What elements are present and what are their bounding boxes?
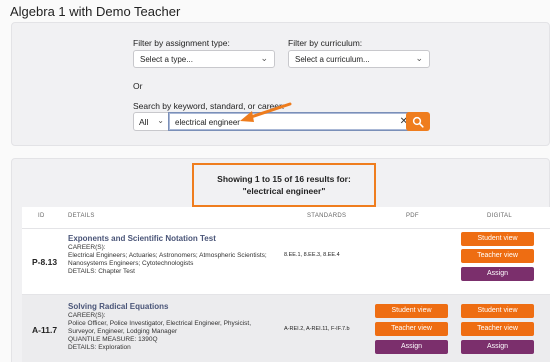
row-careers: Surveyor, Engineer, Lodging Manager [68, 328, 178, 335]
table-row: A-11.7 Solving Radical Equations CAREER(… [22, 295, 550, 362]
chevron-down-icon: ⌄ [157, 116, 164, 125]
column-header-digital: DIGITAL [487, 213, 512, 219]
arrow-annotation [240, 102, 292, 122]
teacher-view-button[interactable]: Teacher view [461, 249, 534, 263]
search-input-value: electrical engineer [175, 118, 240, 127]
assign-button[interactable]: Assign [461, 267, 534, 281]
search-scope-select[interactable]: All ⌄ [133, 112, 169, 131]
table-header: ID DETAILS STANDARDS PDF DIGITAL [22, 207, 550, 229]
student-view-button[interactable]: Student view [461, 232, 534, 246]
row-careers: Nanosystems Engineers; Cytotechnologists [68, 260, 194, 267]
chevron-down-icon: ⌄ [260, 53, 268, 63]
row-id: P-8.13 [32, 257, 58, 267]
row-careers-label: CAREER(S): [68, 312, 106, 319]
search-icon [412, 116, 424, 128]
row-quantile: QUANTILE MEASURE: 1390Q [68, 336, 158, 343]
assign-button[interactable]: Assign [461, 340, 534, 354]
teacher-view-button[interactable]: Teacher view [461, 322, 534, 336]
assignment-type-select[interactable]: Select a type... ⌄ [133, 50, 275, 68]
curriculum-value: Select a curriculum... [295, 55, 370, 64]
row-details: DETAILS: Chapter Test [68, 268, 135, 275]
pdf-assign-button[interactable]: Assign [375, 340, 448, 354]
row-careers-label: CAREER(S): [68, 244, 106, 251]
row-title[interactable]: Exponents and Scientific Notation Test [68, 234, 216, 243]
row-id: A-11.7 [32, 325, 58, 335]
pdf-teacher-view-button[interactable]: Teacher view [375, 322, 448, 336]
column-header-pdf: PDF [406, 213, 419, 219]
row-careers: Electrical Engineers; Actuaries; Astrono… [68, 252, 267, 259]
assignment-type-value: Select a type... [140, 55, 193, 64]
curriculum-label: Filter by curriculum: [288, 38, 363, 48]
curriculum-select[interactable]: Select a curriculum... ⌄ [288, 50, 430, 68]
search-scope-value: All [139, 117, 149, 127]
row-title[interactable]: Solving Radical Equations [68, 302, 168, 311]
results-summary: Showing 1 to 15 of 16 results for: "elec… [192, 163, 376, 207]
column-header-id: ID [38, 213, 45, 219]
column-header-details: DETAILS [68, 213, 95, 219]
row-standards: A-REI.2, A-REI.11, F-IF.7.b [284, 326, 350, 332]
student-view-button[interactable]: Student view [461, 304, 534, 318]
or-label: Or [133, 81, 143, 91]
assignment-type-label: Filter by assignment type: [133, 38, 230, 48]
row-details: DETAILS: Exploration [68, 344, 131, 351]
chevron-down-icon: ⌄ [415, 53, 423, 63]
pdf-student-view-button[interactable]: Student view [375, 304, 448, 318]
row-standards: 8.EE.1, 8.EE.3, 8.EE.4 [284, 252, 340, 258]
row-careers: Police Officer, Police Investigator, Ele… [68, 320, 252, 327]
table-row: P-8.13 Exponents and Scientific Notation… [22, 229, 550, 295]
search-button[interactable] [406, 112, 430, 131]
column-header-standards: STANDARDS [307, 213, 347, 219]
page-title: Algebra 1 with Demo Teacher [10, 4, 181, 19]
